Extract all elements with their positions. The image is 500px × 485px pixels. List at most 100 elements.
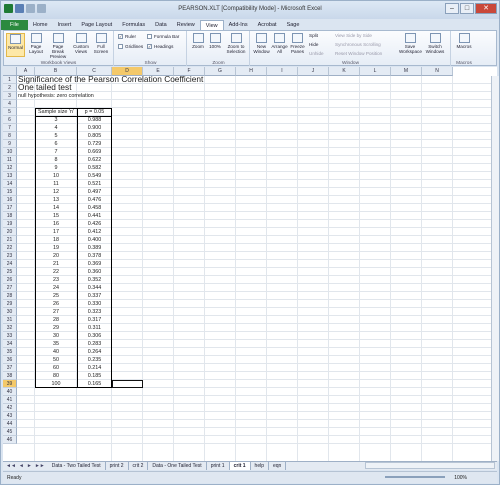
row-header-8[interactable]: 8	[3, 132, 17, 140]
row-header-33[interactable]: 33	[3, 332, 17, 340]
row-header-19[interactable]: 19	[3, 220, 17, 228]
sheet-tab-crit-1[interactable]: crit 1	[229, 462, 251, 470]
tab-acrobat[interactable]: Acrobat	[253, 20, 282, 30]
row-header-34[interactable]: 34	[3, 340, 17, 348]
tab-formulas[interactable]: Formulas	[117, 20, 150, 30]
row-header-1[interactable]: 1	[3, 76, 17, 84]
full-screen-button[interactable]: Full Screen	[92, 33, 110, 54]
row-header-23[interactable]: 23	[3, 252, 17, 260]
tab-insert[interactable]: Insert	[53, 20, 77, 30]
row-header-9[interactable]: 9	[3, 140, 17, 148]
row-header-37[interactable]: 37	[3, 364, 17, 372]
row-header-13[interactable]: 13	[3, 172, 17, 180]
tab-review[interactable]: Review	[172, 20, 200, 30]
column-header-j[interactable]: J	[298, 67, 329, 76]
row-header-12[interactable]: 12	[3, 164, 17, 172]
zoom-button[interactable]: Zoom	[190, 33, 206, 49]
page-layout-button[interactable]: Page Layout	[27, 33, 45, 54]
freeze-panes-button[interactable]: Freeze Panes	[289, 33, 306, 54]
tab-page-layout[interactable]: Page Layout	[76, 20, 117, 30]
unhide-button[interactable]: Unhide	[309, 51, 324, 56]
maximize-button[interactable]: □	[460, 3, 474, 14]
hide-button[interactable]: Hide	[309, 42, 318, 47]
reset-window-position-button[interactable]: Reset Window Position	[335, 51, 382, 56]
row-header-11[interactable]: 11	[3, 156, 17, 164]
tab-add-ins[interactable]: Add-Ins	[224, 20, 253, 30]
switch-windows-button[interactable]: Switch Windows	[423, 33, 447, 54]
sheet-tab-eqn[interactable]: eqn	[269, 462, 287, 470]
sheet-tab-data-two-tailed-test[interactable]: Data - Two Tailed Test	[48, 462, 106, 470]
column-header-i[interactable]: I	[267, 67, 298, 76]
formula-bar-checkbox[interactable]: Formula Bar	[147, 34, 179, 40]
row-header-31[interactable]: 31	[3, 316, 17, 324]
new-window-button[interactable]: New Window	[253, 33, 270, 54]
tab-data[interactable]: Data	[150, 20, 172, 30]
select-all-corner[interactable]	[3, 67, 17, 76]
row-header-46[interactable]: 46	[3, 436, 17, 444]
row-header-30[interactable]: 30	[3, 308, 17, 316]
column-header-n[interactable]: N	[422, 67, 453, 76]
row-header-45[interactable]: 45	[3, 428, 17, 436]
row-header-5[interactable]: 5	[3, 108, 17, 116]
first-sheet-icon[interactable]: ◄◄	[6, 463, 16, 469]
normal-view-button[interactable]: Normal	[6, 33, 25, 57]
row-header-27[interactable]: 27	[3, 284, 17, 292]
row-header-10[interactable]: 10	[3, 148, 17, 156]
row-header-43[interactable]: 43	[3, 412, 17, 420]
row-header-39[interactable]: 39	[3, 380, 17, 388]
row-header-41[interactable]: 41	[3, 396, 17, 404]
row-header-20[interactable]: 20	[3, 228, 17, 236]
sheet-tab-crit-2[interactable]: crit 2	[129, 462, 149, 470]
macros-button[interactable]: Macros	[454, 33, 474, 49]
close-button[interactable]: ✕	[475, 3, 497, 14]
tab-home[interactable]: Home	[28, 20, 53, 30]
page-break-preview-button[interactable]: Page Break Preview	[47, 33, 69, 59]
gridlines-checkbox[interactable]: Gridlines	[118, 44, 143, 50]
column-header-m[interactable]: M	[391, 67, 422, 76]
sheet-tab-data-one-tailed-test[interactable]: Data - One Tailed Test	[148, 462, 207, 470]
sheet-tab-print-2[interactable]: print 2	[106, 462, 129, 470]
row-header-36[interactable]: 36	[3, 356, 17, 364]
row-header-29[interactable]: 29	[3, 300, 17, 308]
row-header-4[interactable]: 4	[3, 100, 17, 108]
save-workspace-button[interactable]: Save Workspace	[399, 33, 422, 54]
headings-checkbox[interactable]: ✓ Headings	[147, 44, 173, 50]
view-side-by-side-button[interactable]: View Side by Side	[335, 33, 372, 38]
row-header-14[interactable]: 14	[3, 180, 17, 188]
row-header-28[interactable]: 28	[3, 292, 17, 300]
zoom-level[interactable]: 100%	[454, 472, 467, 484]
tab-view[interactable]: View	[199, 20, 224, 30]
zoom-slider[interactable]	[385, 476, 445, 478]
row-header-35[interactable]: 35	[3, 348, 17, 356]
column-header-h[interactable]: H	[236, 67, 267, 76]
row-header-40[interactable]: 40	[3, 388, 17, 396]
arrange-all-button[interactable]: Arrange All	[271, 33, 288, 54]
split-button[interactable]: Split	[309, 33, 318, 38]
ruler-checkbox[interactable]: ✓ Ruler	[118, 34, 136, 40]
column-header-l[interactable]: L	[360, 67, 391, 76]
tab-sage[interactable]: Sage	[282, 20, 305, 30]
row-header-32[interactable]: 32	[3, 324, 17, 332]
row-header-17[interactable]: 17	[3, 204, 17, 212]
row-header-25[interactable]: 25	[3, 268, 17, 276]
prev-sheet-icon[interactable]: ◄	[19, 463, 24, 469]
sheet-tab-help[interactable]: help	[251, 462, 269, 470]
column-header-k[interactable]: K	[329, 67, 360, 76]
zoom-100-button[interactable]: 100%	[207, 33, 223, 49]
last-sheet-icon[interactable]: ►►	[35, 463, 45, 469]
column-header-g[interactable]: G	[205, 67, 236, 76]
horizontal-scrollbar[interactable]	[365, 462, 495, 469]
sheet-nav-arrows[interactable]: ◄◄ ◄ ► ►►	[3, 463, 48, 469]
vertical-scrollbar[interactable]	[491, 76, 499, 461]
row-header-26[interactable]: 26	[3, 276, 17, 284]
row-header-3[interactable]: 3	[3, 92, 17, 100]
row-header-44[interactable]: 44	[3, 420, 17, 428]
sheet-tab-print-1[interactable]: print 1	[207, 462, 230, 470]
row-header-18[interactable]: 18	[3, 212, 17, 220]
custom-views-button[interactable]: Custom Views	[72, 33, 90, 54]
row-header-42[interactable]: 42	[3, 404, 17, 412]
row-header-16[interactable]: 16	[3, 196, 17, 204]
row-header-21[interactable]: 21	[3, 236, 17, 244]
row-header-7[interactable]: 7	[3, 124, 17, 132]
row-header-6[interactable]: 6	[3, 116, 17, 124]
